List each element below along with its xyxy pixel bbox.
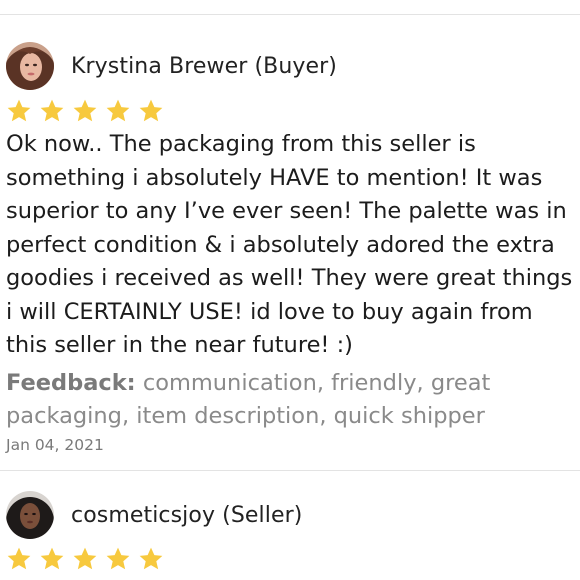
star-icon	[139, 547, 163, 570]
review-item: cosmeticsjoy (Seller)	[0, 482, 580, 572]
star-icon	[7, 547, 31, 570]
feedback: Feedback: communication, friendly, great…	[6, 367, 574, 434]
star-icon	[40, 547, 64, 570]
reviewer-name[interactable]: Krystina Brewer (Buyer)	[71, 54, 337, 79]
star-icon	[106, 547, 130, 570]
reviewer-name[interactable]: cosmeticsjoy (Seller)	[71, 503, 302, 528]
star-rating	[0, 98, 580, 124]
star-icon	[73, 99, 97, 122]
star-icon	[40, 99, 64, 122]
avatar[interactable]	[6, 42, 54, 90]
star-icon	[73, 547, 97, 570]
star-rating	[0, 546, 580, 572]
review-divider	[0, 470, 580, 471]
review-date: Jan 04, 2021	[6, 435, 104, 454]
star-icon	[7, 99, 31, 122]
review-header: cosmeticsjoy (Seller)	[0, 482, 580, 548]
star-icon	[139, 99, 163, 122]
review-item: Krystina Brewer (Buyer) Ok now.. The pac…	[0, 34, 580, 454]
avatar[interactable]	[6, 491, 54, 539]
top-divider	[0, 14, 580, 15]
review-header: Krystina Brewer (Buyer)	[0, 34, 580, 98]
star-icon	[106, 99, 130, 122]
review-text: Ok now.. The packaging from this seller …	[6, 131, 573, 358]
feedback-label: Feedback:	[6, 369, 136, 396]
